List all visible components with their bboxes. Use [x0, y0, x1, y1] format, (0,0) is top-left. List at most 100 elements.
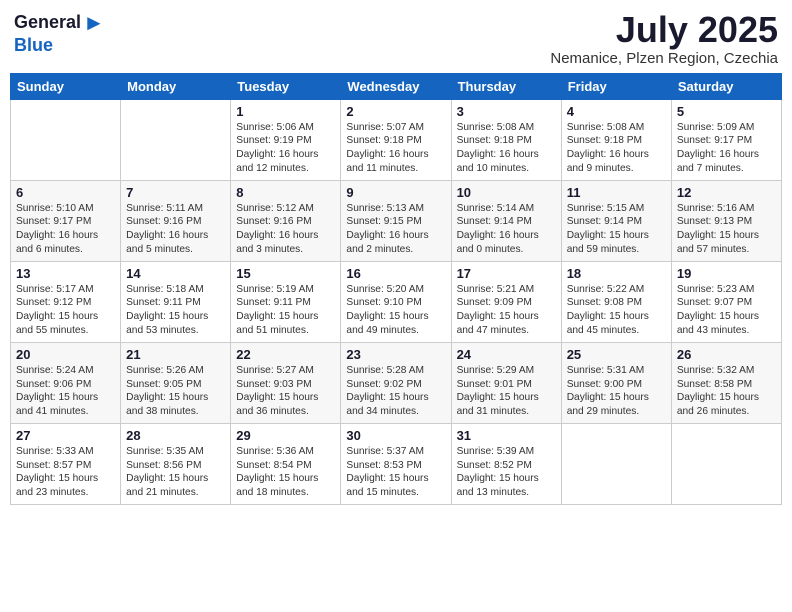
- day-number: 16: [346, 266, 445, 281]
- day-number: 10: [457, 185, 556, 200]
- day-info: Sunrise: 5:08 AM Sunset: 9:18 PM Dayligh…: [567, 121, 666, 176]
- day-number: 21: [126, 347, 225, 362]
- day-number: 5: [677, 104, 776, 119]
- day-info: Sunrise: 5:10 AM Sunset: 9:17 PM Dayligh…: [16, 202, 115, 257]
- day-info: Sunrise: 5:14 AM Sunset: 9:14 PM Dayligh…: [457, 202, 556, 257]
- day-number: 13: [16, 266, 115, 281]
- weekday-header-thursday: Thursday: [451, 73, 561, 99]
- weekday-header-sunday: Sunday: [11, 73, 121, 99]
- calendar-cell: 27 Sunrise: 5:33 AM Sunset: 8:57 PM Dayli…: [11, 423, 121, 504]
- day-info: Sunrise: 5:08 AM Sunset: 9:18 PM Dayligh…: [457, 121, 556, 176]
- calendar-cell: 3 Sunrise: 5:08 AM Sunset: 9:18 PM Daylig…: [451, 99, 561, 180]
- day-info: Sunrise: 5:09 AM Sunset: 9:17 PM Dayligh…: [677, 121, 776, 176]
- day-info: Sunrise: 5:24 AM Sunset: 9:06 PM Dayligh…: [16, 364, 115, 419]
- calendar-cell: 1 Sunrise: 5:06 AM Sunset: 9:19 PM Daylig…: [231, 99, 341, 180]
- logo: General ► Blue: [14, 10, 105, 56]
- day-info: Sunrise: 5:21 AM Sunset: 9:09 PM Dayligh…: [457, 283, 556, 338]
- day-number: 17: [457, 266, 556, 281]
- weekday-header-monday: Monday: [121, 73, 231, 99]
- page-header: General ► Blue July 2025 Nemanice, Plzen…: [10, 10, 782, 67]
- day-info: Sunrise: 5:13 AM Sunset: 9:15 PM Dayligh…: [346, 202, 445, 257]
- calendar-cell: 31Sunrise: 5:39 AM Sunset: 8:52 PM Dayli…: [451, 423, 561, 504]
- day-number: 6: [16, 185, 115, 200]
- day-number: 7: [126, 185, 225, 200]
- calendar-cell: [671, 423, 781, 504]
- day-info: Sunrise: 5:27 AM Sunset: 9:03 PM Dayligh…: [236, 364, 335, 419]
- weekday-header-friday: Friday: [561, 73, 671, 99]
- calendar-cell: 6 Sunrise: 5:10 AM Sunset: 9:17 PM Daylig…: [11, 180, 121, 261]
- calendar-cell: 11 Sunrise: 5:15 AM Sunset: 9:14 PM Dayli…: [561, 180, 671, 261]
- calendar-cell: 24 Sunrise: 5:29 AM Sunset: 9:01 PM Dayli…: [451, 342, 561, 423]
- calendar-cell: 9Sunrise: 5:13 AM Sunset: 9:15 PM Daylig…: [341, 180, 451, 261]
- day-number: 15: [236, 266, 335, 281]
- calendar-cell: 28 Sunrise: 5:35 AM Sunset: 8:56 PM Dayli…: [121, 423, 231, 504]
- day-number: 18: [567, 266, 666, 281]
- day-number: 25: [567, 347, 666, 362]
- day-info: Sunrise: 5:17 AM Sunset: 9:12 PM Dayligh…: [16, 283, 115, 338]
- calendar-cell: 4Sunrise: 5:08 AM Sunset: 9:18 PM Daylig…: [561, 99, 671, 180]
- day-info: Sunrise: 5:31 AM Sunset: 9:00 PM Dayligh…: [567, 364, 666, 419]
- day-info: Sunrise: 5:35 AM Sunset: 8:56 PM Dayligh…: [126, 445, 225, 500]
- calendar-cell: 18 Sunrise: 5:22 AM Sunset: 9:08 PM Dayli…: [561, 261, 671, 342]
- calendar-cell: 25 Sunrise: 5:31 AM Sunset: 9:00 PM Dayli…: [561, 342, 671, 423]
- calendar-cell: 7 Sunrise: 5:11 AM Sunset: 9:16 PM Daylig…: [121, 180, 231, 261]
- day-info: Sunrise: 5:23 AM Sunset: 9:07 PM Dayligh…: [677, 283, 776, 338]
- day-number: 12: [677, 185, 776, 200]
- calendar-cell: 8 Sunrise: 5:12 AM Sunset: 9:16 PM Daylig…: [231, 180, 341, 261]
- calendar-cell: 26Sunrise: 5:32 AM Sunset: 8:58 PM Dayli…: [671, 342, 781, 423]
- day-info: Sunrise: 5:29 AM Sunset: 9:01 PM Dayligh…: [457, 364, 556, 419]
- day-info: Sunrise: 5:28 AM Sunset: 9:02 PM Dayligh…: [346, 364, 445, 419]
- day-info: Sunrise: 5:11 AM Sunset: 9:16 PM Dayligh…: [126, 202, 225, 257]
- logo-icon: ►: [83, 10, 105, 36]
- day-number: 29: [236, 428, 335, 443]
- day-info: Sunrise: 5:22 AM Sunset: 9:08 PM Dayligh…: [567, 283, 666, 338]
- day-number: 14: [126, 266, 225, 281]
- calendar-cell: [561, 423, 671, 504]
- calendar-cell: 14 Sunrise: 5:18 AM Sunset: 9:11 PM Dayli…: [121, 261, 231, 342]
- day-info: Sunrise: 5:12 AM Sunset: 9:16 PM Dayligh…: [236, 202, 335, 257]
- calendar-cell: 29 Sunrise: 5:36 AM Sunset: 8:54 PM Dayli…: [231, 423, 341, 504]
- day-info: Sunrise: 5:20 AM Sunset: 9:10 PM Dayligh…: [346, 283, 445, 338]
- day-number: 3: [457, 104, 556, 119]
- day-number: 24: [457, 347, 556, 362]
- day-number: 22: [236, 347, 335, 362]
- title-block: July 2025 Nemanice, Plzen Region, Czechi…: [550, 10, 778, 67]
- calendar-cell: 17 Sunrise: 5:21 AM Sunset: 9:09 PM Dayli…: [451, 261, 561, 342]
- month-title: July 2025: [550, 10, 778, 50]
- day-number: 20: [16, 347, 115, 362]
- calendar-cell: 23 Sunrise: 5:28 AM Sunset: 9:02 PM Dayli…: [341, 342, 451, 423]
- day-info: Sunrise: 5:37 AM Sunset: 8:53 PM Dayligh…: [346, 445, 445, 500]
- day-info: Sunrise: 5:06 AM Sunset: 9:19 PM Dayligh…: [236, 121, 335, 176]
- calendar-cell: [121, 99, 231, 180]
- calendar-table: SundayMondayTuesdayWednesdayThursdayFrid…: [10, 73, 782, 505]
- location-title: Nemanice, Plzen Region, Czechia: [550, 50, 778, 67]
- day-number: 27: [16, 428, 115, 443]
- day-number: 11: [567, 185, 666, 200]
- day-info: Sunrise: 5:18 AM Sunset: 9:11 PM Dayligh…: [126, 283, 225, 338]
- day-number: 30: [346, 428, 445, 443]
- day-number: 8: [236, 185, 335, 200]
- calendar-cell: 5 Sunrise: 5:09 AM Sunset: 9:17 PM Daylig…: [671, 99, 781, 180]
- day-info: Sunrise: 5:16 AM Sunset: 9:13 PM Dayligh…: [677, 202, 776, 257]
- logo-general: General: [14, 13, 81, 33]
- weekday-header-saturday: Saturday: [671, 73, 781, 99]
- calendar-cell: 13 Sunrise: 5:17 AM Sunset: 9:12 PM Dayli…: [11, 261, 121, 342]
- day-info: Sunrise: 5:36 AM Sunset: 8:54 PM Dayligh…: [236, 445, 335, 500]
- day-info: Sunrise: 5:15 AM Sunset: 9:14 PM Dayligh…: [567, 202, 666, 257]
- day-info: Sunrise: 5:19 AM Sunset: 9:11 PM Dayligh…: [236, 283, 335, 338]
- calendar-cell: 15 Sunrise: 5:19 AM Sunset: 9:11 PM Dayli…: [231, 261, 341, 342]
- calendar-cell: 20 Sunrise: 5:24 AM Sunset: 9:06 PM Dayli…: [11, 342, 121, 423]
- day-number: 28: [126, 428, 225, 443]
- logo-blue: Blue: [14, 36, 105, 56]
- day-info: Sunrise: 5:32 AM Sunset: 8:58 PM Dayligh…: [677, 364, 776, 419]
- day-info: Sunrise: 5:39 AM Sunset: 8:52 PM Dayligh…: [457, 445, 556, 500]
- weekday-header-wednesday: Wednesday: [341, 73, 451, 99]
- day-number: 23: [346, 347, 445, 362]
- calendar-cell: 12 Sunrise: 5:16 AM Sunset: 9:13 PM Dayli…: [671, 180, 781, 261]
- calendar-cell: [11, 99, 121, 180]
- calendar-cell: 30 Sunrise: 5:37 AM Sunset: 8:53 PM Dayli…: [341, 423, 451, 504]
- day-info: Sunrise: 5:33 AM Sunset: 8:57 PM Dayligh…: [16, 445, 115, 500]
- calendar-cell: 2Sunrise: 5:07 AM Sunset: 9:18 PM Daylig…: [341, 99, 451, 180]
- day-number: 1: [236, 104, 335, 119]
- day-number: 2: [346, 104, 445, 119]
